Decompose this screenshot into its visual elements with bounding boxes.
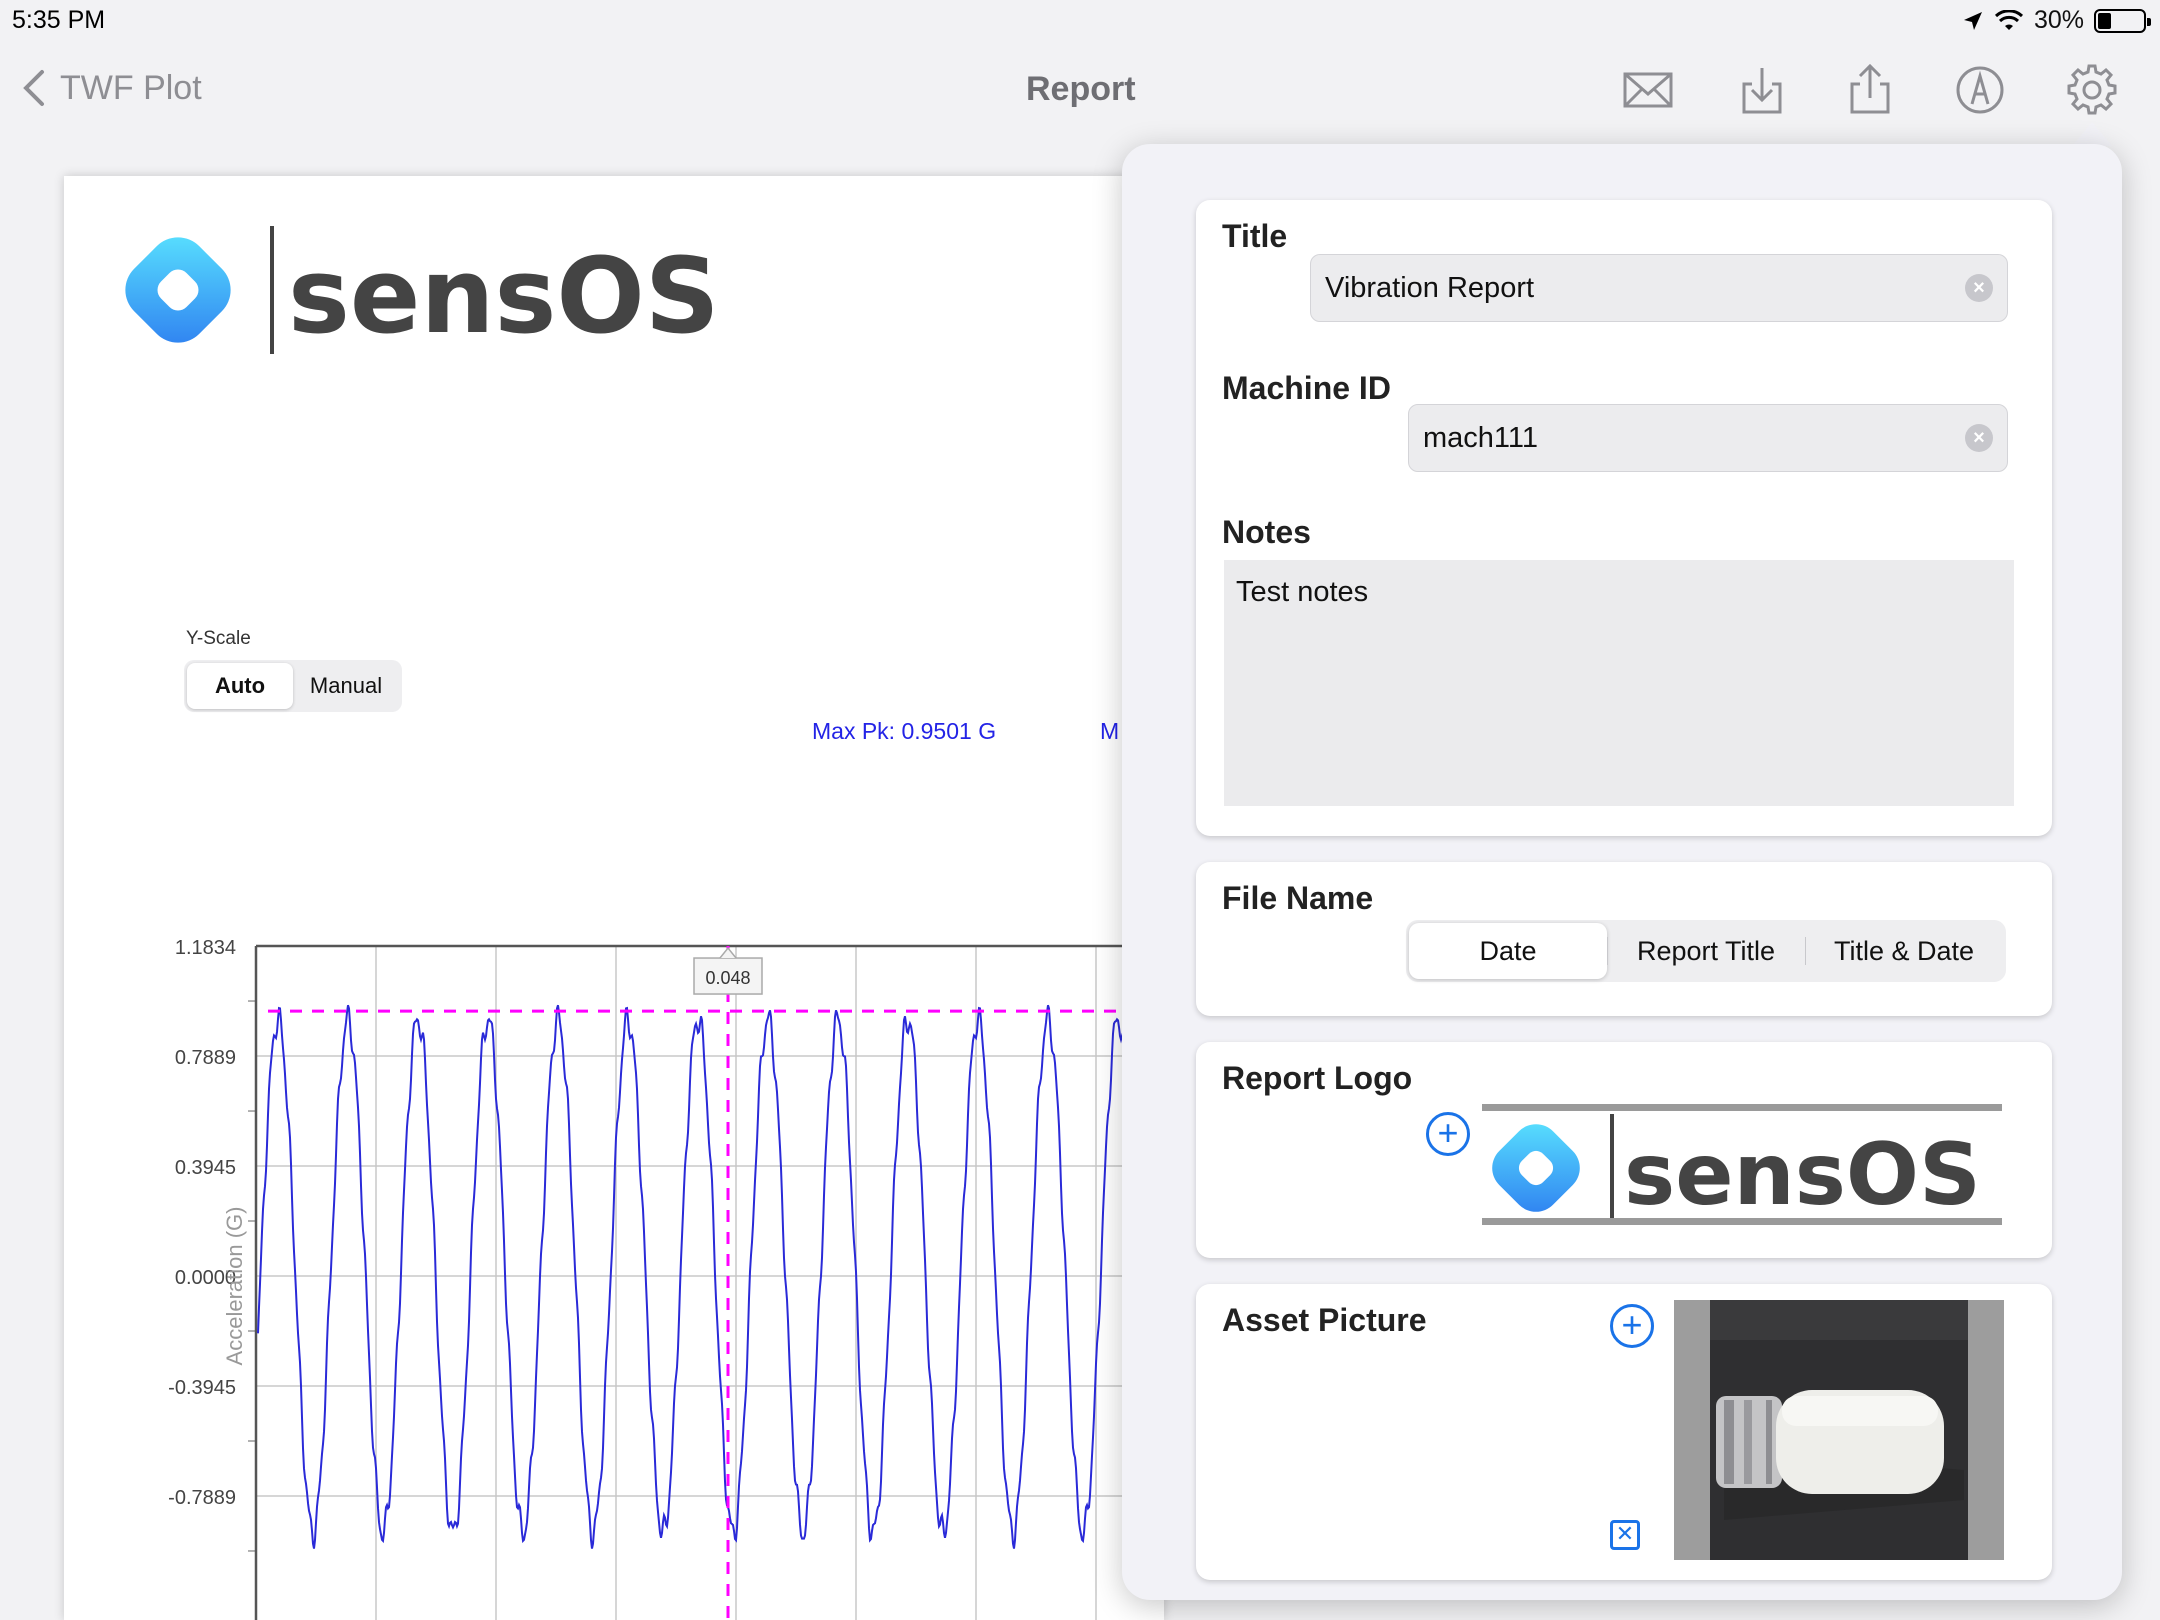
report-info-card: Title Vibration Report × Machine ID mach… [1196,200,2052,836]
status-time: 5:35 PM [12,6,106,34]
y-scale-manual[interactable]: Manual [293,663,399,709]
cursor-value-label: 0.048 [705,968,750,988]
page-title-text: Report [1026,70,1136,108]
y-tick-label: 1.1834 [175,937,236,959]
asset-picture-label: Asset Picture [1222,1302,1427,1338]
y-scale-auto[interactable]: Auto [187,663,293,709]
asset-picture-image[interactable] [1674,1300,2004,1560]
report-logo-label: Report Logo [1222,1060,1413,1096]
file-name-title-date[interactable]: Title & Date [1805,923,2003,979]
clear-machine-id-icon[interactable]: × [1965,424,1993,452]
file-name-card: File Name Date Report Title Title & Date [1196,862,2052,1016]
y-tick-label: -0.7889 [168,1487,236,1509]
report-logo-image[interactable]: sensOS [1482,1104,2018,1234]
back-button[interactable]: TWF Plot [22,68,202,108]
sensos-logo-icon: sensOS [125,226,720,357]
waveform-chart: 1.18340.78890.39450.0000-0.3945-0.7889Ac… [168,937,1164,1620]
back-label: TWF Plot [60,68,202,107]
share-icon[interactable] [1842,62,1898,118]
machine-id-input[interactable]: mach111 × [1408,404,2008,472]
machine-id-label: Machine ID [1222,370,1391,406]
report-logo-image-text: sensOS [1624,1125,1981,1225]
popover-arrow [2072,122,2112,146]
remove-asset-picture-icon[interactable]: ✕ [1610,1520,1640,1550]
battery-percent: 30% [2033,6,2084,34]
y-scale-control[interactable]: Auto Manual [184,660,402,712]
report-logo-card: Report Logo + sensOS [1196,1042,2052,1258]
file-name-label: File Name [1222,880,1374,916]
waveform-trace [257,1004,1164,1549]
asset-picture-card: Asset Picture + ✕ [1196,1284,2052,1580]
y-axis-label: Acceleration (G) [222,1207,247,1366]
battery-icon [2094,8,2151,33]
machine-id-value: mach111 [1423,421,1538,454]
status-indicators: 30% [1962,6,2151,35]
add-logo-icon[interactable]: + [1426,1112,1470,1156]
download-icon[interactable] [1734,62,1790,118]
chevron-left-icon [23,70,44,106]
title-value: Vibration Report [1325,271,1535,304]
y-tick-label: 0.7889 [175,1047,236,1069]
notes-textarea[interactable]: Test notes [1224,560,2014,806]
y-tick-label: 0.3945 [175,1157,236,1179]
report-logo-text: sensOS [288,235,720,357]
file-name-report-title[interactable]: Report Title [1607,923,1805,979]
wifi-icon [1994,9,2023,30]
y-tick-label: -0.3945 [168,1377,236,1399]
mail-icon[interactable] [1620,62,1676,118]
report-preview: sensOS Y-Scale Auto Manual Max Pk: 0.950… [64,176,1164,1620]
markup-icon[interactable] [1952,62,2008,118]
clear-title-icon[interactable]: × [1965,274,1993,302]
report-settings-popover: Title Vibration Report × Machine ID mach… [1122,144,2122,1600]
report-logo: sensOS [112,220,792,365]
notes-label: Notes [1222,514,1311,550]
settings-icon[interactable] [2064,62,2120,118]
location-arrow-icon [1963,11,1982,30]
cursor-label-pointer [719,946,737,959]
file-name-control[interactable]: Date Report Title Title & Date [1406,920,2006,982]
title-label: Title [1222,218,1288,254]
y-scale-label: Y-Scale [186,628,251,649]
add-asset-picture-icon[interactable]: + [1610,1304,1654,1348]
file-name-date[interactable]: Date [1409,923,1607,979]
title-input[interactable]: Vibration Report × [1310,254,2008,322]
